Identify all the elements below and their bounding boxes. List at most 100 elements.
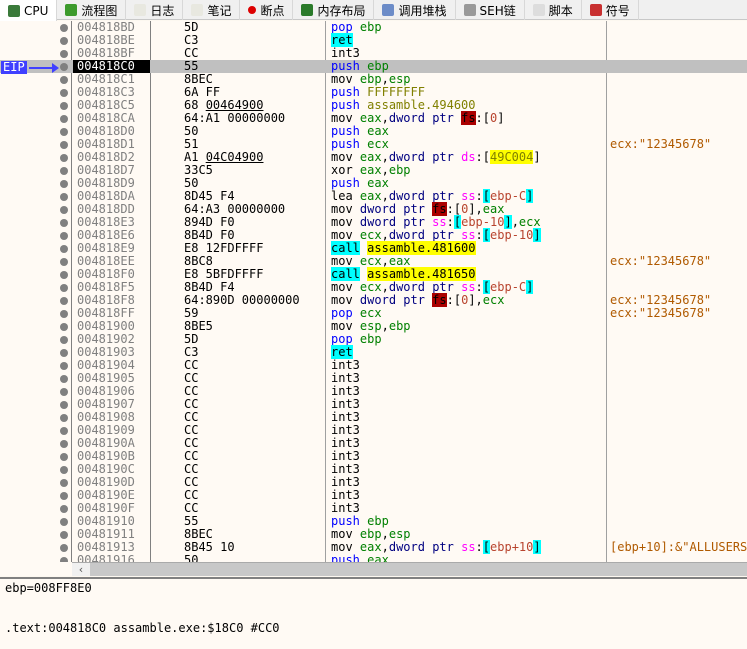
instruction-token: int3	[331, 449, 360, 463]
instruction-token	[353, 540, 360, 554]
instruction-token: mov	[331, 228, 353, 242]
instruction-token: int3	[331, 46, 360, 60]
comment: ecx:"12345678"	[610, 306, 712, 320]
instruction-token: ss	[461, 189, 476, 203]
instruction-token: eax	[359, 189, 382, 203]
instruction-token: ss	[432, 215, 447, 229]
table-row[interactable]: 00481916 50 push eax	[0, 554, 747, 562]
breakpoint-dot-icon[interactable]	[60, 180, 68, 188]
instruction-token: ebp	[359, 527, 382, 541]
instruction-token: ebp-10	[490, 228, 534, 242]
instruction-token: ]	[533, 228, 541, 242]
breakpoint-dot-icon[interactable]	[60, 453, 68, 461]
tab-log[interactable]: 日志	[126, 0, 184, 20]
breakpoint-dot-icon[interactable]	[60, 141, 68, 149]
breakpoint-dot-icon[interactable]	[60, 323, 68, 331]
breakpoint-dot-icon[interactable]	[60, 128, 68, 136]
breakpoint-dot-icon[interactable]	[60, 37, 68, 45]
tab-seh[interactable]: SEH链	[456, 0, 525, 20]
instruction-token: eax	[388, 254, 411, 268]
instruction-token: mov	[331, 254, 353, 268]
breakpoint-dot-icon[interactable]	[60, 427, 68, 435]
breakpoint-dot-icon[interactable]	[60, 531, 68, 539]
instruction-token: eax	[367, 176, 389, 190]
instruction-token: int3	[331, 462, 360, 476]
breakpoint-dot-icon[interactable]	[60, 479, 68, 487]
horizontal-scrollbar[interactable]: ‹	[72, 562, 747, 576]
instruction-token: dword ptr	[359, 202, 433, 216]
tab-cpu[interactable]: CPU	[0, 0, 58, 21]
breakpoint-dot-icon[interactable]	[60, 440, 68, 448]
instruction-token: ecx	[482, 293, 505, 307]
instruction-token: eax	[359, 163, 382, 177]
breakpoint-dot-icon[interactable]	[60, 297, 68, 305]
breakpoint-dot-icon[interactable]	[60, 206, 68, 214]
instruction-token: pop	[331, 332, 353, 346]
instruction-token: [	[453, 215, 462, 229]
instruction-token: ebp	[388, 163, 411, 177]
instruction-token: ,	[381, 189, 389, 203]
breakpoint-dot-icon[interactable]	[60, 219, 68, 227]
instruction-token: int3	[331, 384, 360, 398]
instruction-token: ,	[381, 280, 389, 294]
tab-memory[interactable]: 内存布局	[293, 0, 375, 20]
log-icon	[134, 4, 147, 16]
scroll-left-button[interactable]: ‹	[72, 563, 90, 576]
instruction-token: ss	[461, 228, 476, 242]
breakpoint-dot-icon[interactable]	[60, 102, 68, 110]
tab-breakpoint[interactable]: 断点	[240, 0, 294, 20]
instruction-token: ret	[331, 345, 353, 359]
tab-label: 断点	[260, 3, 285, 18]
tab-tree[interactable]: 流程图	[57, 0, 127, 20]
breakpoint-dot-icon[interactable]	[60, 414, 68, 422]
tab-symbol[interactable]: 符号	[582, 0, 639, 20]
breakpoint-dot-icon[interactable]	[60, 245, 68, 253]
breakpoint-dot-icon[interactable]	[60, 388, 68, 396]
instruction-token: ecx	[359, 280, 382, 294]
instruction-token: eax	[359, 150, 382, 164]
breakpoint-dot-icon[interactable]	[60, 518, 68, 526]
breakpoint-dot-icon[interactable]	[60, 115, 68, 123]
breakpoint-dot-icon[interactable]	[60, 349, 68, 357]
breakpoint-dot-icon[interactable]	[60, 232, 68, 240]
breakpoint-dot-icon[interactable]	[60, 154, 68, 162]
instruction-token: ,	[381, 228, 389, 242]
instruction-token: ecx	[359, 306, 382, 320]
tab-script[interactable]: 脚本	[525, 0, 582, 20]
breakpoint-dot-icon[interactable]	[60, 466, 68, 474]
breakpoint-dot-icon[interactable]	[60, 167, 68, 175]
breakpoint-dot-icon[interactable]	[60, 271, 68, 279]
instruction-token: fs	[432, 202, 447, 216]
tab-label: CPU	[24, 3, 49, 18]
bytes: 64:A1 00000000	[184, 111, 286, 125]
tab-callstack[interactable]: 调用堆栈	[374, 0, 456, 20]
instruction-token: dword ptr	[388, 189, 462, 203]
breakpoint-dot-icon[interactable]	[60, 505, 68, 513]
instruction-token: ebp-C	[490, 280, 527, 294]
disassembly-view[interactable]: 004818BD 5D pop ebp 004818BE C3 ret 004818BF CC…	[0, 21, 747, 562]
instruction-token	[353, 306, 360, 320]
instruction-token	[353, 150, 360, 164]
breakpoint-dot-icon[interactable]	[60, 336, 68, 344]
breakpoint-dot-icon[interactable]	[60, 24, 68, 32]
breakpoint-dot-icon[interactable]	[60, 258, 68, 266]
instruction-token: [	[482, 228, 491, 242]
breakpoint-dot-icon[interactable]	[60, 50, 68, 58]
breakpoint-dot-icon[interactable]	[60, 401, 68, 409]
info-line-location: .text:004818C0 assamble.exe:$18C0 #CC0	[5, 621, 280, 635]
breakpoint-dot-icon[interactable]	[60, 193, 68, 201]
breakpoint-dot-icon[interactable]	[60, 76, 68, 84]
breakpoint-dot-icon[interactable]	[60, 544, 68, 552]
breakpoint-dot-icon[interactable]	[60, 375, 68, 383]
breakpoint-dot-icon[interactable]	[60, 310, 68, 318]
instruction-token	[353, 332, 360, 346]
tab-notes[interactable]: 笔记	[183, 0, 241, 20]
breakpoint-dot-icon[interactable]	[60, 492, 68, 500]
breakpoint-dot-icon[interactable]	[60, 362, 68, 370]
breakpoint-dot-icon[interactable]	[60, 284, 68, 292]
instruction-token: ds	[461, 150, 476, 164]
instruction-token: :	[446, 215, 454, 229]
breakpoint-dot-icon[interactable]	[60, 89, 68, 97]
breakpoint-dot-icon[interactable]	[60, 63, 68, 71]
instruction-token: push	[331, 137, 360, 151]
